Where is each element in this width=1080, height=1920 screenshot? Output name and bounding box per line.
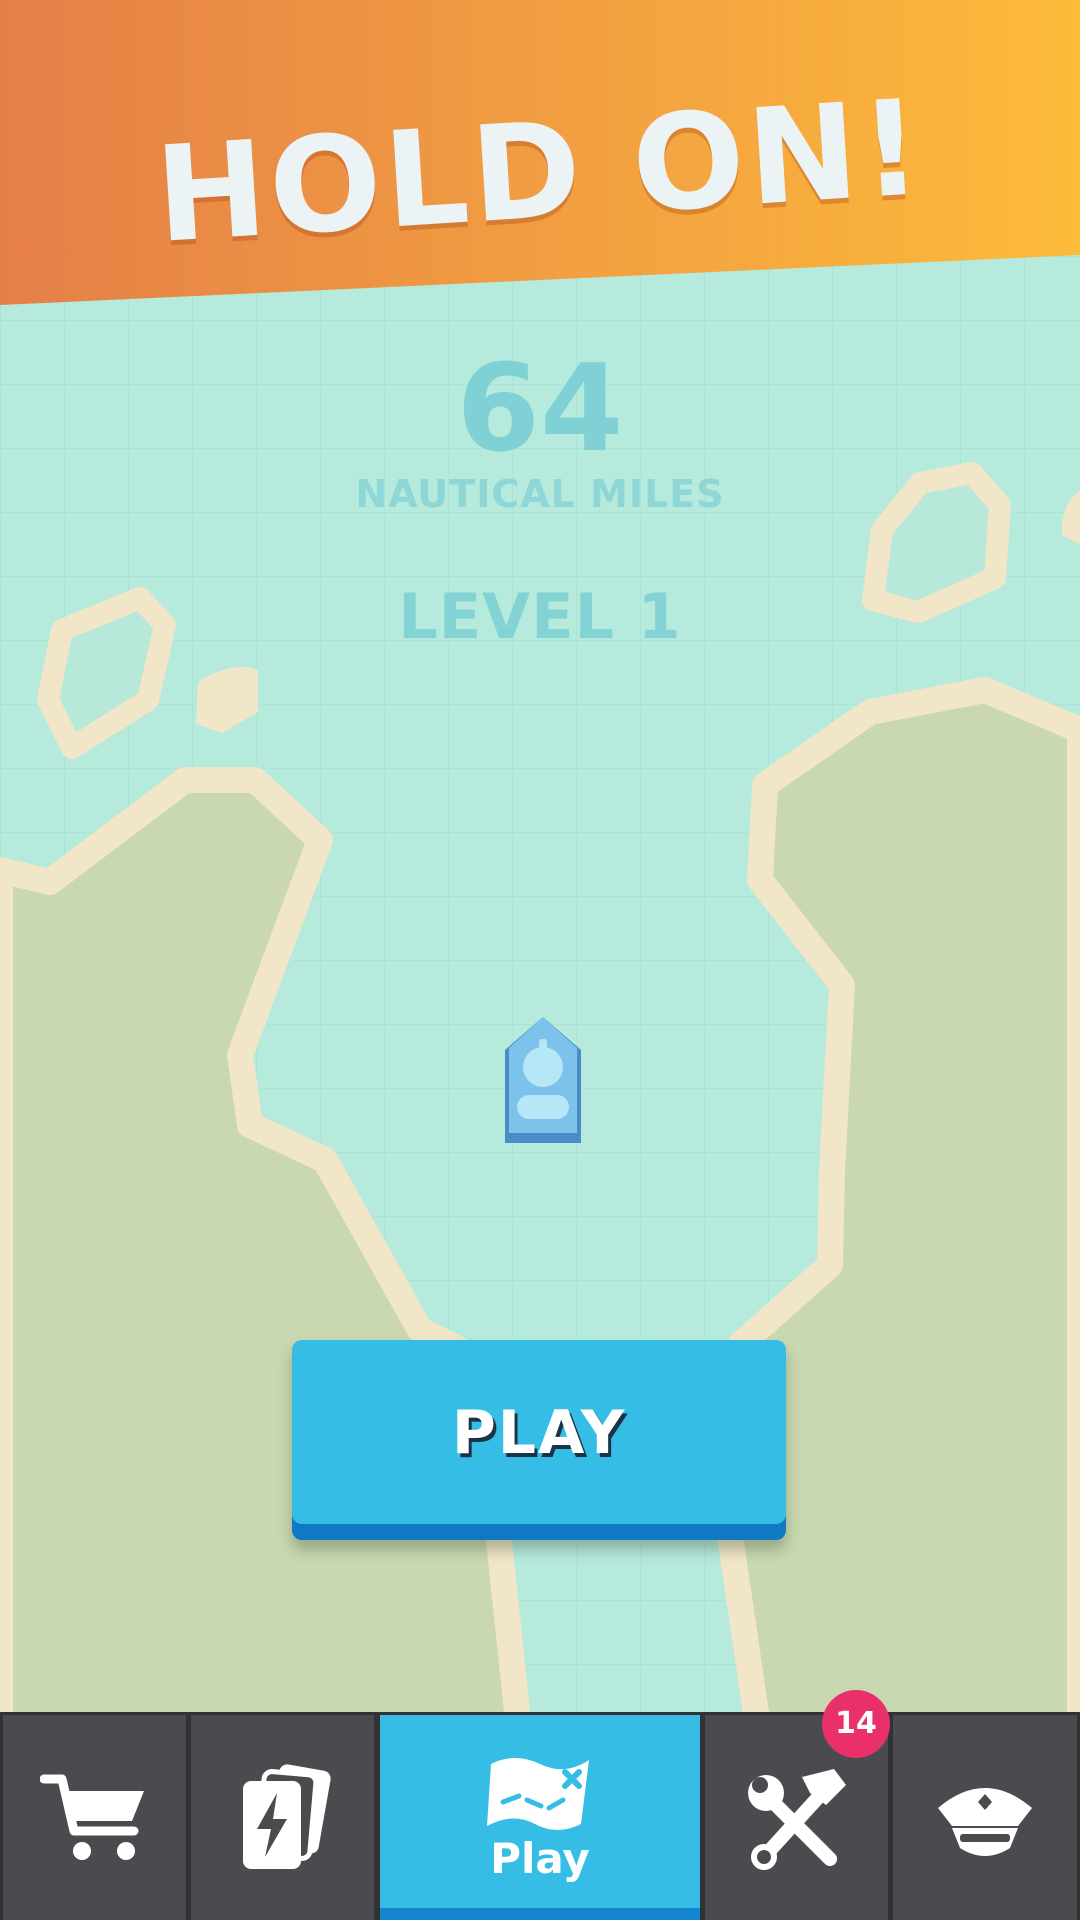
tab-shop[interactable] (3, 1715, 186, 1920)
upgrades-notification-badge: 14 (822, 1690, 890, 1758)
distance-value: 64 (456, 340, 624, 479)
tab-play-label: Play (490, 1834, 590, 1883)
map-background (0, 0, 1080, 1920)
treasure-map-icon (487, 1758, 589, 1830)
player-ship-icon (505, 1017, 581, 1143)
shopping-cart-icon (39, 1774, 144, 1860)
distance-unit: NAUTICAL MILES (355, 472, 725, 516)
level-label: LEVEL 1 (398, 580, 682, 653)
play-button[interactable]: PLAY (292, 1340, 786, 1540)
bottom-tab-bar: Play (0, 1712, 1080, 1920)
tab-play[interactable]: Play (380, 1715, 700, 1920)
captain-hat-icon (938, 1787, 1032, 1856)
hammer-wrench-icon (747, 1768, 846, 1870)
tab-cards[interactable] (191, 1715, 374, 1920)
play-button-label: PLAY (451, 1398, 627, 1468)
lightning-cards-icon (242, 1763, 331, 1869)
tab-captain[interactable] (893, 1715, 1077, 1920)
